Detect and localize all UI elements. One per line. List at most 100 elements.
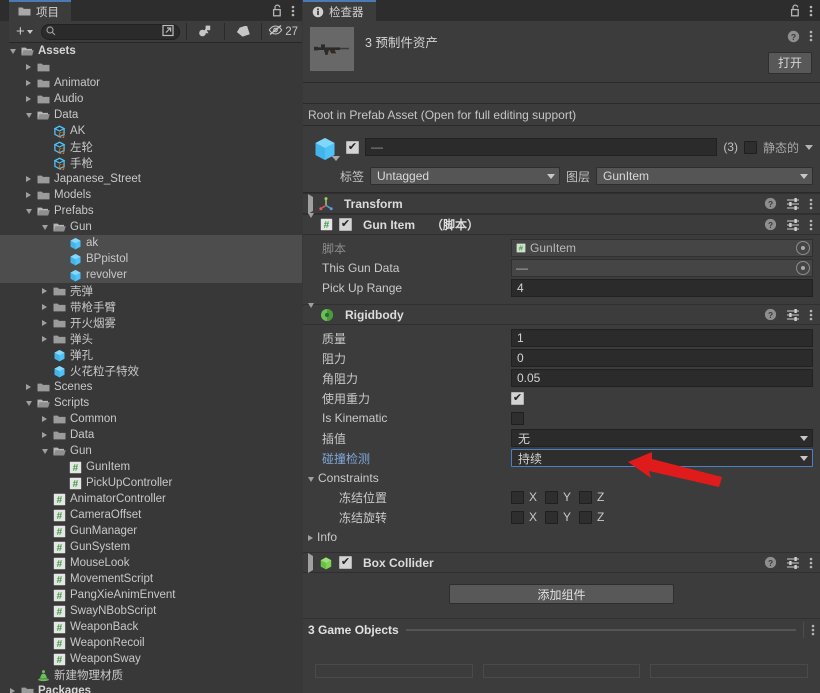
object-picker-icon[interactable] <box>796 261 810 275</box>
chevron-down-icon[interactable] <box>6 48 19 54</box>
gameobject-enabled-checkbox[interactable]: ✔ <box>346 140 359 154</box>
property-text-input[interactable]: 1 <box>511 329 813 347</box>
chevron-down-icon[interactable] <box>308 302 314 322</box>
chevron-right-icon[interactable] <box>308 530 313 544</box>
filter-by-type-icon[interactable] <box>193 25 218 38</box>
tab-inspector[interactable]: 检查器 <box>303 0 376 21</box>
asset-tree-row[interactable]: 弹头 <box>0 331 302 347</box>
axis-checkbox-y[interactable] <box>545 510 559 524</box>
mini-card[interactable] <box>315 664 473 678</box>
kebab-menu-icon[interactable] <box>809 197 813 211</box>
add-component-button[interactable]: 添加组件 <box>449 584 674 604</box>
chevron-right-icon[interactable] <box>38 304 51 310</box>
asset-tree-row[interactable]: Animator <box>0 75 302 91</box>
help-icon[interactable]: ? <box>764 197 777 210</box>
property-checkbox[interactable]: ✔ <box>511 391 524 405</box>
mini-card[interactable] <box>482 664 641 678</box>
kebab-menu-icon[interactable] <box>809 4 813 18</box>
project-asset-tree[interactable]: Assets Animator Audio Data {} AK {} 左轮 {} 手枪 Japan… <box>0 43 302 693</box>
tag-dropdown[interactable]: Untagged <box>370 167 561 185</box>
help-icon[interactable]: ? <box>764 218 777 231</box>
chevron-right-icon[interactable] <box>308 552 313 573</box>
property-text-input[interactable]: 0.05 <box>511 369 813 387</box>
help-icon[interactable]: ? <box>764 308 777 321</box>
asset-tree-row[interactable]: Japanese_Street <box>0 171 302 187</box>
axis-checkbox-z[interactable] <box>579 490 593 504</box>
asset-tree-row[interactable]: 壳弹 <box>0 283 302 299</box>
gameobject-name-input[interactable]: — <box>365 138 718 156</box>
component-enabled-checkbox[interactable]: ✔ <box>339 556 352 569</box>
chevron-down-icon[interactable] <box>38 448 51 454</box>
save-search-icon[interactable] <box>162 24 175 40</box>
object-picker-icon[interactable] <box>796 241 810 255</box>
chevron-right-icon[interactable] <box>22 96 35 102</box>
asset-tree-row[interactable]: # PangXieAnimEnvent <box>0 587 302 603</box>
foldout-row[interactable]: Info <box>303 527 813 546</box>
asset-tree-row[interactable]: Scripts <box>0 395 302 411</box>
preset-icon[interactable] <box>786 556 800 569</box>
chevron-right-icon[interactable] <box>6 688 19 693</box>
unlocked-padlock-icon[interactable] <box>790 4 801 17</box>
unlocked-padlock-icon[interactable] <box>272 4 283 17</box>
chevron-right-icon[interactable] <box>22 192 35 198</box>
object-reference-field[interactable]: # GunItem <box>511 239 813 257</box>
axis-checkbox-z[interactable] <box>579 510 593 524</box>
chevron-right-icon[interactable] <box>38 320 51 326</box>
layer-dropdown[interactable]: GunItem <box>596 167 813 185</box>
asset-tree-row[interactable]: Models <box>0 187 302 203</box>
asset-tree-row[interactable]: Common <box>0 411 302 427</box>
asset-tree-row[interactable]: Packages <box>0 683 302 693</box>
static-checkbox[interactable] <box>743 140 757 154</box>
chevron-right-icon[interactable] <box>308 193 313 214</box>
asset-tree-row[interactable]: 新建物理材质 <box>0 667 302 683</box>
chevron-down-icon[interactable] <box>308 212 314 232</box>
asset-tree-row[interactable]: # SwayNBobScript <box>0 603 302 619</box>
asset-tree-row[interactable]: # MovementScript <box>0 571 302 587</box>
chevron-right-icon[interactable] <box>22 384 35 390</box>
chevron-down-icon[interactable] <box>22 112 35 118</box>
help-icon[interactable]: ? <box>764 556 777 569</box>
axis-checkbox-x[interactable] <box>511 510 524 524</box>
create-asset-button[interactable]: + <box>13 24 36 39</box>
asset-tree-row[interactable]: # WeaponBack <box>0 619 302 635</box>
chevron-right-icon[interactable] <box>22 80 35 86</box>
asset-tree-row[interactable]: 带枪手臂 <box>0 299 302 315</box>
component-enabled-checkbox[interactable]: ✔ <box>339 218 352 231</box>
search-input[interactable] <box>58 25 160 38</box>
chevron-right-icon[interactable] <box>22 64 35 70</box>
kebab-menu-icon[interactable] <box>809 556 813 570</box>
component-header[interactable]: # ✔ Gun Item （脚本）? <box>303 212 820 235</box>
asset-tree-row[interactable]: Data <box>0 107 302 123</box>
asset-tree-row[interactable]: Audio <box>0 91 302 107</box>
property-dropdown[interactable]: 无 <box>511 429 813 447</box>
asset-tree-row[interactable]: 开火烟雾 <box>0 315 302 331</box>
tab-project[interactable]: 项目 <box>9 0 71 21</box>
asset-tree-row[interactable]: Prefabs <box>0 203 302 219</box>
chevron-down-icon[interactable] <box>805 144 813 150</box>
kebab-menu-icon[interactable] <box>291 4 295 18</box>
kebab-menu-icon[interactable] <box>809 308 813 322</box>
asset-tree-row[interactable]: Scenes <box>0 379 302 395</box>
chevron-right-icon[interactable] <box>22 176 35 182</box>
asset-tree-row[interactable]: # AnimatorController <box>0 491 302 507</box>
chevron-down-icon[interactable] <box>22 400 35 406</box>
asset-tree-row[interactable]: # GunSystem <box>0 539 302 555</box>
preset-icon[interactable] <box>786 308 800 321</box>
foldout-row[interactable]: Constraints <box>303 468 813 487</box>
help-icon[interactable]: ? <box>787 30 800 43</box>
chevron-right-icon[interactable] <box>38 288 51 294</box>
asset-tree-row[interactable]: 弹孔 <box>0 347 302 363</box>
asset-tree-row[interactable]: # MouseLook <box>0 555 302 571</box>
asset-tree-row[interactable]: {} AK <box>0 123 302 139</box>
chevron-down-icon[interactable] <box>22 208 35 214</box>
chevron-right-icon[interactable] <box>38 432 51 438</box>
asset-tree-row[interactable]: ak <box>0 235 302 251</box>
asset-tree-row[interactable]: # PickUpController <box>0 475 302 491</box>
axis-checkbox-y[interactable] <box>545 490 559 504</box>
preset-icon[interactable] <box>786 218 800 231</box>
kebab-menu-icon[interactable] <box>811 623 815 637</box>
axis-checkbox-x[interactable] <box>511 490 524 504</box>
asset-tree-row[interactable]: # WeaponSway <box>0 651 302 667</box>
preset-icon[interactable] <box>786 197 800 210</box>
property-dropdown[interactable]: 持续 <box>511 449 813 467</box>
